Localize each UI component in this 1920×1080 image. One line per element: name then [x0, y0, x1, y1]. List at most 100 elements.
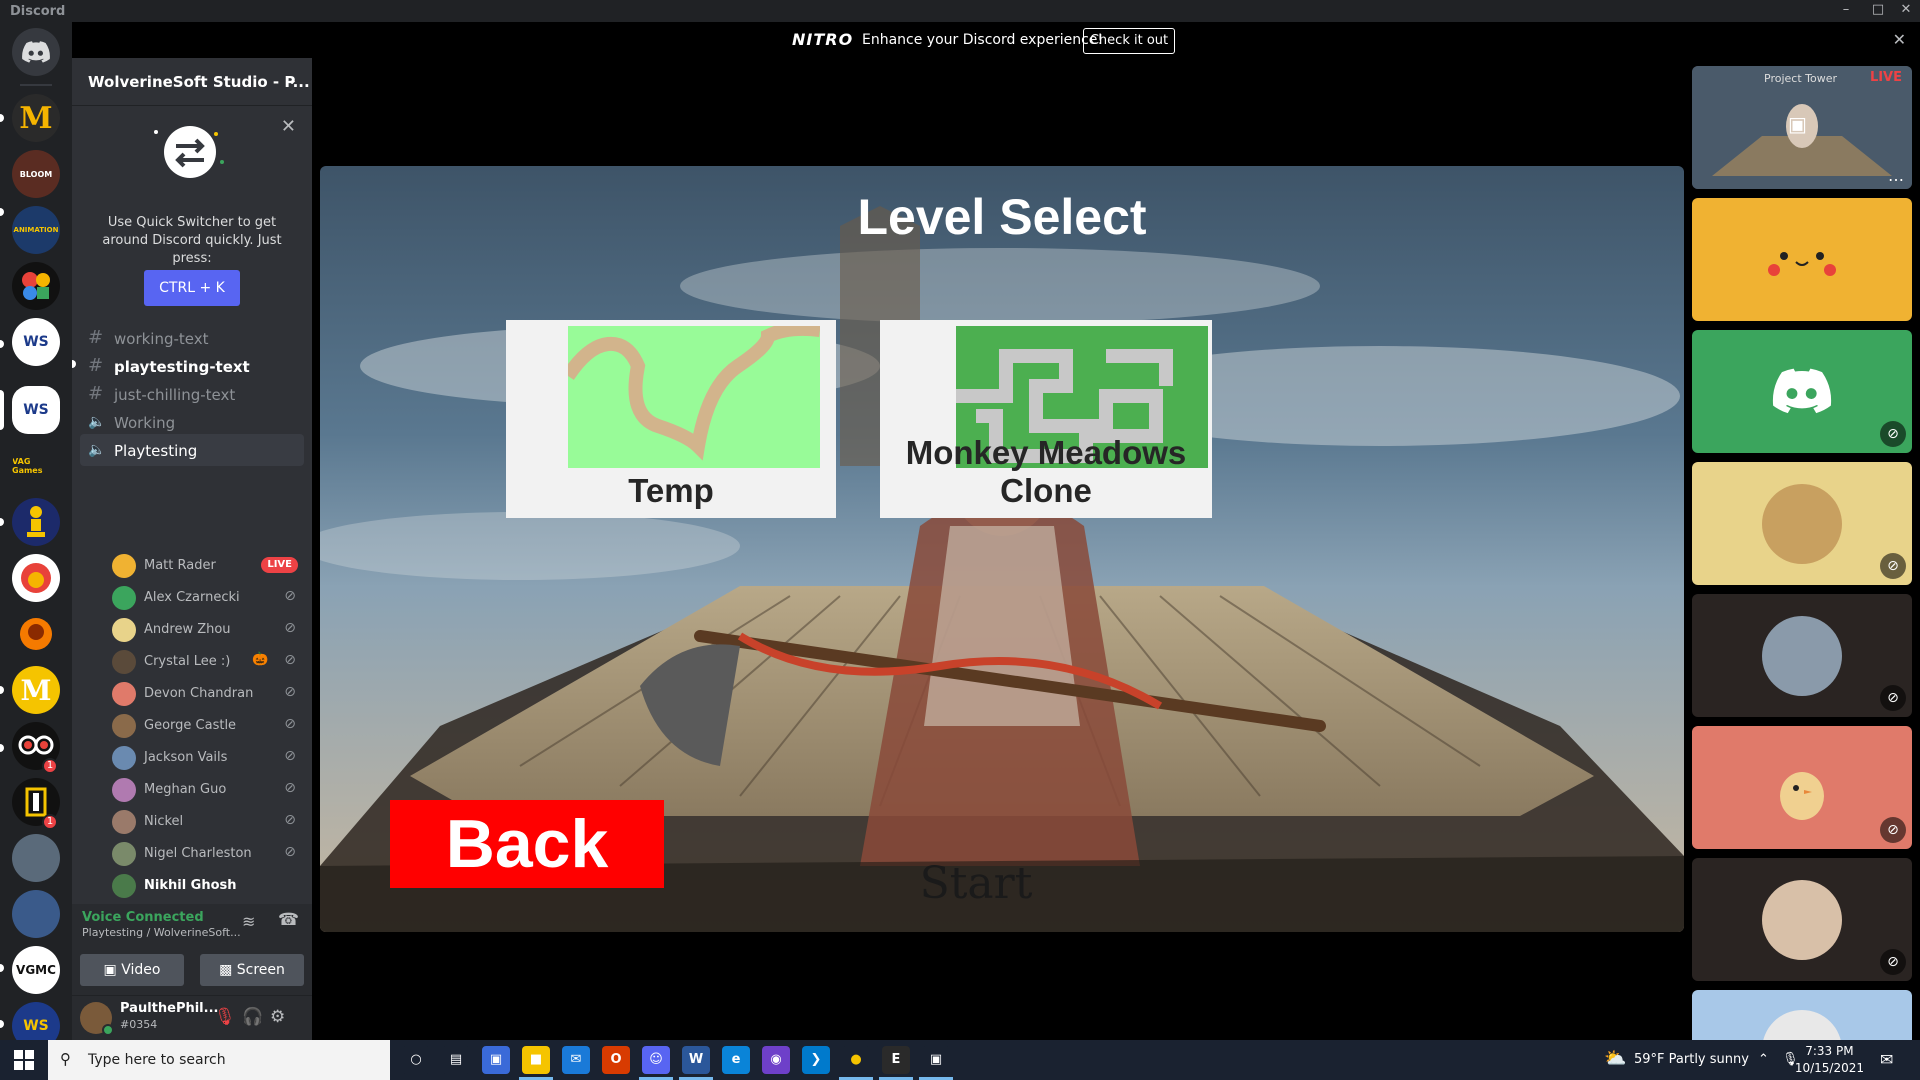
taskbar-search[interactable]: ⚲ Type here to search [48, 1040, 390, 1080]
server-colorful-icon[interactable] [12, 262, 60, 310]
participant-tile[interactable]: ⊘ [1692, 726, 1912, 849]
speaker-icon: 🔈 [88, 442, 106, 458]
back-button[interactable]: Back [390, 800, 664, 888]
muted-mic-icon: ⊘ [1880, 685, 1906, 711]
server-ws-1-icon[interactable]: WS [12, 318, 60, 366]
store-icon[interactable]: ▣ [482, 1046, 510, 1074]
server-mention-badge: 1 [42, 758, 58, 774]
server-animation-club-icon[interactable]: ANIMATION [12, 206, 60, 254]
server-photo-1-icon[interactable] [12, 834, 60, 882]
voice-user[interactable]: Nigel Charleston ⊘ [108, 838, 304, 868]
office-icon[interactable]: O [602, 1046, 630, 1074]
server-vag-games-icon[interactable]: VAG Games [12, 442, 60, 490]
chevron-down-icon[interactable]: ⌄ [286, 72, 298, 88]
voice-user-name: Alex Czarnecki [144, 590, 240, 605]
minimize-icon[interactable]: – [1836, 2, 1856, 20]
video-button[interactable]: ▣ Video [80, 954, 184, 986]
muted-mic-icon: ⊘ [284, 652, 296, 668]
server-fire-icon[interactable] [12, 554, 60, 602]
voice-user[interactable]: George Castle ⊘ [108, 710, 304, 740]
search-icon: ⚲ [60, 1050, 71, 1068]
nitro-message: Enhance your Discord experience! [862, 32, 1104, 48]
level-select-title: Level Select [857, 189, 1147, 245]
settings-gear-icon[interactable]: ⚙ [270, 1007, 285, 1027]
server-orange-icon[interactable] [12, 610, 60, 658]
server-m-icon[interactable]: M [12, 94, 60, 142]
voice-user[interactable]: Crystal Lee :) 🎃 ⊘ [108, 646, 304, 676]
stream-view[interactable]: Level Select Temp Monkey Meadows Clone B… [320, 166, 1684, 932]
participant-tile[interactable]: ⊘ [1692, 462, 1912, 585]
muted-mic-icon: ⊘ [1880, 949, 1906, 975]
windows-start-icon[interactable] [14, 1050, 34, 1070]
voice-user[interactable]: Meghan Guo ⊘ [108, 774, 304, 804]
voice-user[interactable]: Alex Czarnecki ⊘ [108, 582, 304, 612]
vscode-icon[interactable]: ❯ [802, 1046, 830, 1074]
voice-user[interactable]: Devon Chandran ⊘ [108, 678, 304, 708]
voice-location[interactable]: Playtesting / WolverineSoft... [82, 926, 241, 939]
muted-mic-icon: ⊘ [284, 684, 296, 700]
screen-label: Screen [236, 962, 285, 978]
mail-icon[interactable]: ✉ [562, 1046, 590, 1074]
camera-icon: ▣ [103, 962, 122, 978]
server-yellow-figure-icon[interactable] [12, 498, 60, 546]
nitro-cta-button[interactable]: Check it out [1083, 28, 1175, 54]
server-bloom-icon[interactable]: BLOOM [12, 150, 60, 198]
maximize-icon[interactable]: □ [1868, 2, 1888, 20]
voice-user[interactable]: Matt Rader LIVE [108, 550, 304, 580]
more-options-icon[interactable]: … [1888, 166, 1904, 185]
chrome-icon[interactable]: ● [842, 1046, 870, 1074]
participant-tile[interactable] [1692, 198, 1912, 321]
server-yellow-m-icon[interactable]: M [12, 666, 60, 714]
edge-icon[interactable]: e [722, 1046, 750, 1074]
server-ws-2-icon[interactable]: WS [12, 386, 60, 434]
home-discord-icon[interactable] [12, 28, 60, 76]
server-header[interactable]: WolverineSoft Studio - P... ⌄ [72, 58, 312, 106]
user-name[interactable]: PaulthePhil... [120, 1001, 218, 1016]
participant-tile[interactable] [1692, 990, 1912, 1040]
voice-user-name: Matt Rader [144, 558, 216, 573]
title-bar: Discord – □ ✕ [0, 0, 1920, 22]
participant-tile[interactable]: ⊘ [1692, 858, 1912, 981]
voice-user[interactable]: Andrew Zhou ⊘ [108, 614, 304, 644]
banner-close-icon[interactable]: ✕ [1893, 30, 1906, 49]
noise-suppression-icon[interactable]: ≋ [242, 912, 255, 931]
notifications-icon[interactable]: ✉ [1880, 1050, 1893, 1069]
headphones-icon[interactable]: 🎧 [242, 1007, 263, 1027]
server-photo-2-icon[interactable] [12, 890, 60, 938]
level-card-temp[interactable]: Temp [506, 320, 836, 518]
github-icon[interactable]: ◉ [762, 1046, 790, 1074]
terminal-icon[interactable]: ▣ [922, 1046, 950, 1074]
unread-pill [0, 208, 4, 216]
video-label: Video [121, 962, 161, 978]
taskbar-clock[interactable]: 7:33 PM 10/15/2021 [1795, 1043, 1864, 1077]
screen-share-button[interactable]: ▩ Screen [200, 954, 304, 986]
file-explorer-icon[interactable]: ■ [522, 1046, 550, 1074]
server-vgmc-icon[interactable]: VGMC [12, 946, 60, 994]
close-icon[interactable]: ✕ [281, 116, 296, 137]
level-temp-thumbnail [568, 326, 820, 468]
disconnect-icon[interactable]: ☎ [278, 910, 299, 930]
discord-logo-icon [1772, 368, 1832, 414]
weather-text[interactable]: 59°F Partly sunny [1634, 1052, 1749, 1067]
epic-games-icon[interactable]: E [882, 1046, 910, 1074]
muted-mic-icon[interactable]: 🎙 [214, 1007, 236, 1027]
voice-user[interactable]: Nikhil Ghosh [108, 870, 304, 900]
task-view-icon[interactable]: ▤ [442, 1046, 470, 1074]
voice-user[interactable]: Nickel ⊘ [108, 806, 304, 836]
tray-chevron-icon[interactable]: ⌃ [1758, 1052, 1769, 1067]
cortana-icon[interactable]: ○ [402, 1046, 430, 1074]
channel-playtesting-voice[interactable]: 🔈 Playtesting [80, 434, 304, 466]
level-temp-label: Temp [628, 472, 714, 509]
channel-label: Playtesting [114, 442, 198, 460]
voice-user[interactable]: Jackson Vails ⊘ [108, 742, 304, 772]
level-card-monkey-meadows[interactable]: Monkey Meadows Clone [880, 320, 1212, 518]
participant-tile[interactable]: ⊘ [1692, 330, 1912, 453]
quick-switcher-shortcut-button[interactable]: CTRL + K [144, 270, 240, 306]
discord-icon[interactable]: ☺ [642, 1046, 670, 1074]
close-window-icon[interactable]: ✕ [1896, 2, 1916, 20]
avatar [1762, 616, 1842, 696]
word-icon[interactable]: W [682, 1046, 710, 1074]
avatar [112, 586, 136, 610]
stream-preview-tile[interactable]: Project Tower LIVE ▣ … [1692, 66, 1912, 189]
participant-tile[interactable]: ⊘ [1692, 594, 1912, 717]
